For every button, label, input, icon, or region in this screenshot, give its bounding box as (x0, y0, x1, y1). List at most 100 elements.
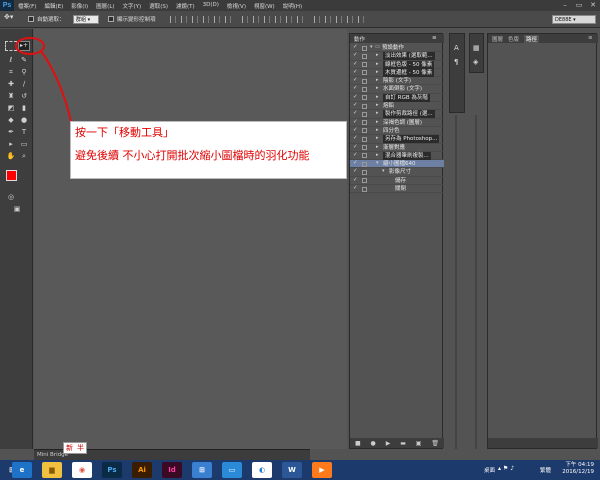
dialog-toggle-box[interactable] (362, 103, 367, 109)
expand-triangle-icon[interactable]: ▸ (376, 119, 379, 125)
toggle-check-icon[interactable]: ✓ (353, 152, 358, 158)
word-taskbar-icon[interactable]: W (282, 462, 302, 478)
foreground-color-swatch[interactable] (6, 170, 17, 181)
align-distribute-button[interactable] (314, 16, 320, 23)
auto-select-dropdown[interactable]: 群組 ▾ (73, 15, 99, 24)
dialog-toggle-box[interactable] (362, 78, 367, 84)
dialog-toggle-box[interactable] (362, 95, 367, 101)
menu-item[interactable]: 3D(D) (199, 2, 223, 10)
toggle-check-icon[interactable]: ✓ (353, 135, 358, 141)
tab-channels[interactable]: 色版 (508, 35, 519, 43)
expand-triangle-icon[interactable]: ▾ (376, 160, 379, 166)
dialog-toggle-box[interactable] (362, 111, 367, 117)
expand-triangle-icon[interactable]: ▸ (376, 144, 379, 150)
panel-menu-icon[interactable]: ≡ (432, 35, 437, 41)
screen-taskbar-icon[interactable]: ▭ (222, 462, 242, 478)
toggle-check-icon[interactable]: ✓ (353, 94, 358, 100)
menu-item[interactable]: 編輯(E) (40, 2, 67, 10)
expand-triangle-icon[interactable]: ▸ (376, 127, 379, 133)
menu-item[interactable]: 選取(S) (145, 2, 172, 10)
action-item[interactable]: ✓ ▾ ▭ 預設動作 (350, 44, 444, 53)
align-distribute-button[interactable] (253, 16, 259, 23)
toggle-check-icon[interactable]: ✓ (353, 77, 358, 83)
ime-indicator[interactable]: 新 半 (63, 442, 87, 454)
action-item[interactable]: ✓ ▸ 水面倒影 (文字) (350, 85, 444, 94)
action-item[interactable]: ✓ ▸ 深褐色調 (圖層) (350, 119, 444, 127)
action-item[interactable]: ✓ ▸ 陰影 (文字) (350, 77, 444, 86)
align-distribute-button[interactable] (170, 16, 176, 23)
blur-tool-icon[interactable]: ◆ (5, 115, 17, 125)
brush-tool-icon[interactable]: ∕ (18, 79, 30, 89)
move-tool-icon[interactable]: ▸+ (18, 41, 30, 51)
expand-triangle-icon[interactable]: ▾ (382, 168, 385, 174)
dialog-toggle-box[interactable] (362, 45, 367, 51)
illustrator-taskbar-icon[interactable]: Ai (132, 462, 152, 478)
action-item[interactable]: ✓ 關閉 (350, 185, 444, 194)
align-distribute-button[interactable] (192, 16, 198, 23)
menu-item[interactable]: 圖層(L) (92, 2, 118, 10)
explorer-taskbar-icon[interactable]: ▆ (42, 462, 62, 478)
align-distribute-button[interactable] (242, 16, 248, 23)
menu-item[interactable]: 檔案(F) (14, 2, 40, 10)
expand-triangle-icon[interactable]: ▸ (376, 152, 379, 158)
quick-mask-icon[interactable]: ◎ (5, 192, 17, 202)
toggle-check-icon[interactable]: ✓ (353, 52, 358, 58)
eraser-tool-icon[interactable]: ◩ (5, 103, 17, 113)
control-taskbar-icon[interactable]: ⊞ (192, 462, 212, 478)
toggle-check-icon[interactable]: ✓ (353, 168, 358, 174)
action-item[interactable]: ✓ ▸ 木質邊框 - 50 像素 (350, 68, 444, 78)
align-distribute-button[interactable] (203, 16, 209, 23)
dialog-toggle-box[interactable] (362, 62, 367, 68)
dialog-toggle-box[interactable] (362, 169, 367, 175)
tray-clock[interactable]: 下午 04:19 2016/12/19 (562, 462, 594, 476)
chrome-taskbar-icon[interactable]: ◉ (72, 462, 92, 478)
path-select-tool-icon[interactable]: ▸ (5, 139, 17, 149)
lasso-tool-icon[interactable]: ℓ (5, 55, 17, 65)
hand-tool-icon[interactable]: ✋ (5, 151, 17, 161)
tab-paths[interactable]: 路徑 (524, 35, 540, 43)
dialog-toggle-box[interactable] (362, 53, 367, 59)
action-item[interactable]: ✓ ▸ 自訂 RGB 為灰階 (350, 93, 444, 103)
menu-item[interactable]: 視窗(W) (250, 2, 279, 10)
screen-mode-icon[interactable]: ▣ (11, 204, 23, 214)
toggle-check-icon[interactable]: ✓ (353, 144, 358, 150)
action-item[interactable]: ✓ ▸ 熔鉛 (350, 102, 444, 111)
shape-tool-icon[interactable]: ▭ (18, 139, 30, 149)
gradient-tool-icon[interactable]: ▮ (18, 103, 30, 113)
dialog-toggle-box[interactable] (362, 161, 367, 167)
tab-layers[interactable]: 圖層 (492, 35, 503, 43)
menu-item[interactable]: 檢視(V) (223, 2, 250, 10)
align-distribute-button[interactable] (297, 16, 303, 23)
delete-icon[interactable]: 🗑 (431, 440, 439, 447)
dialog-toggle-box[interactable] (362, 86, 367, 92)
menu-item[interactable]: 文字(Y) (119, 2, 146, 10)
expand-triangle-icon[interactable]: ▸ (376, 102, 379, 108)
toggle-check-icon[interactable]: ✓ (353, 185, 358, 191)
swatches-panel-icon[interactable]: ▦ (473, 44, 480, 52)
expand-triangle-icon[interactable]: ▸ (376, 85, 379, 91)
dialog-toggle-box[interactable] (362, 136, 367, 142)
align-distribute-button[interactable] (264, 16, 270, 23)
move-tool-preset-icon[interactable]: ✥▾ (4, 13, 13, 21)
paragraph-panel-icon[interactable]: ¶ (454, 58, 458, 66)
menu-item[interactable]: 影像(I) (67, 2, 92, 10)
workspace-dropdown[interactable]: DE88E ▾ (552, 15, 596, 24)
character-panel-icon[interactable]: A (454, 44, 459, 52)
action-item[interactable]: ✓ ▸ 淡出效果 (選取範... (350, 52, 444, 61)
action-item[interactable]: ✓ ▸ 線框色版 - 50 像素 (350, 60, 444, 69)
healing-brush-tool-icon[interactable]: ✚ (5, 79, 17, 89)
action-item[interactable]: ✓ 儲存 (350, 177, 444, 186)
record-icon[interactable]: ● (371, 440, 376, 447)
expand-triangle-icon[interactable]: ▸ (376, 110, 379, 116)
align-distribute-button[interactable] (225, 16, 231, 23)
action-item[interactable]: ✓ ▾ 影像尺寸 (350, 168, 444, 177)
panel-menu-icon[interactable]: ≡ (588, 35, 593, 41)
tray-expand-icon[interactable]: ▴ ⚑ ♪ (498, 465, 514, 472)
dialog-toggle-box[interactable] (362, 70, 367, 76)
clone-stamp-tool-icon[interactable]: ♜ (5, 91, 17, 101)
play-icon[interactable]: ▶ (386, 440, 391, 447)
toggle-check-icon[interactable]: ✓ (353, 110, 358, 116)
tray-ime-label[interactable]: 繁體 (540, 466, 551, 474)
stop-icon[interactable]: ■ (355, 440, 361, 447)
toggle-check-icon[interactable]: ✓ (353, 127, 358, 133)
